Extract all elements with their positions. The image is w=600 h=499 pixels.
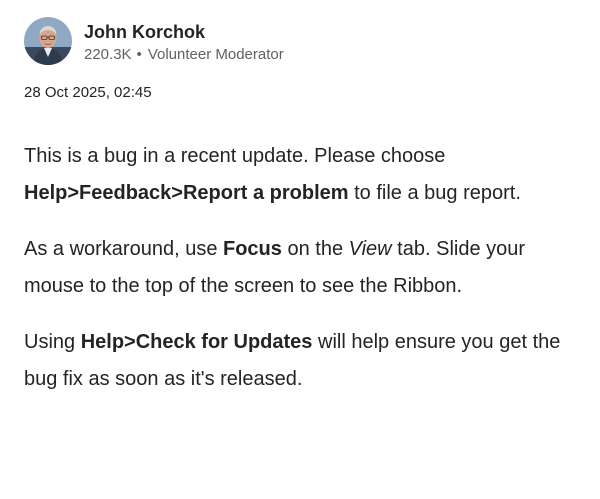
post-timestamp: 28 Oct 2025, 02:45 bbox=[24, 84, 152, 101]
paragraph-bug-report: This is a bug in a recent update. Please… bbox=[24, 138, 584, 212]
author-reputation: 220.3K bbox=[84, 46, 132, 63]
author-meta: John Korchok 220.3K • Volunteer Moderator bbox=[84, 17, 284, 65]
paragraph-text: Using bbox=[24, 331, 81, 353]
paragraph-text: This is a bug in a recent update. Please… bbox=[24, 145, 446, 167]
forum-reply: John Korchok 220.3K • Volunteer Moderator … bbox=[0, 0, 600, 499]
author-name[interactable]: John Korchok bbox=[84, 21, 284, 43]
view-tab-name: View bbox=[348, 238, 392, 260]
menu-path-check-updates: Help>Check for Updates bbox=[80, 331, 313, 353]
author-subtitle: 220.3K • Volunteer Moderator bbox=[84, 45, 284, 65]
paragraph-text: As a workaround, use bbox=[24, 238, 223, 260]
paragraph-workaround: As a workaround, use Focus on the View t… bbox=[24, 231, 584, 305]
post-body: This is a bug in a recent update. Please… bbox=[24, 138, 584, 417]
user-photo-avatar-icon bbox=[24, 17, 72, 65]
avatar[interactable] bbox=[24, 17, 72, 65]
focus-command: Focus bbox=[223, 238, 282, 260]
paragraph-updates: Using Help>Check for Updates will help e… bbox=[24, 324, 584, 398]
separator-dot: • bbox=[136, 46, 142, 63]
author-header: John Korchok 220.3K • Volunteer Moderator bbox=[24, 17, 284, 65]
paragraph-text: to file a bug report. bbox=[348, 182, 521, 204]
paragraph-text: on the bbox=[281, 238, 349, 260]
menu-path-report-problem: Help>Feedback>Report a problem bbox=[24, 182, 349, 204]
author-role: Volunteer Moderator bbox=[147, 46, 284, 63]
